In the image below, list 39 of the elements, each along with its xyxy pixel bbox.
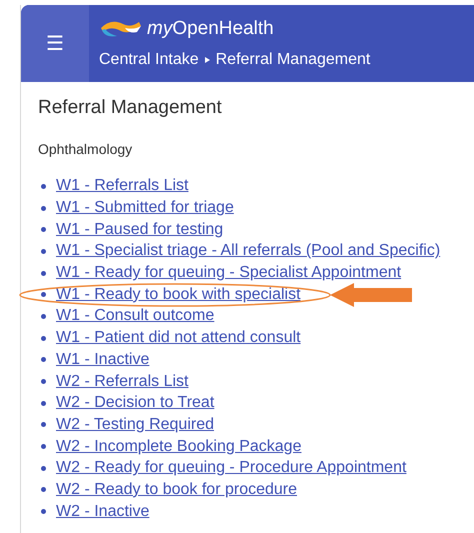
bullet-icon (41, 509, 46, 514)
separator-icon (204, 56, 210, 62)
referral-link[interactable]: W1 - Patient did not attend consult (56, 326, 301, 350)
bullet-icon (41, 357, 46, 362)
referral-link[interactable]: W2 - Ready for queuing - Procedure Appointment (56, 456, 406, 480)
bullet-icon (41, 227, 46, 232)
bullet-icon (41, 270, 46, 276)
referral-link[interactable]: W2 - Inactive (56, 500, 150, 524)
bullet-icon (41, 444, 46, 450)
bullet-icon (41, 466, 46, 471)
referral-link[interactable]: W2 - Referrals List (56, 370, 188, 394)
referral-link[interactable]: W2 - Ready to book for procedure (56, 478, 298, 502)
referral-link[interactable]: W1 - Ready for queuing - Specialist Appointment (56, 261, 402, 286)
referral-link[interactable]: W1 - Paused for testing (56, 218, 224, 242)
bullet-icon (41, 292, 46, 298)
referral-link[interactable]: W1 - Specialist triage - All referrals (Pool and Specific) (56, 239, 440, 264)
referral-link[interactable]: W1 - Consult outcome (56, 304, 214, 328)
bullet-icon (41, 379, 46, 384)
referral-link[interactable]: W2 - Testing Required (56, 412, 214, 437)
bullet-icon (41, 422, 46, 428)
bullet-icon (41, 400, 46, 406)
referral-link[interactable]: W2 - Decision to Treat (56, 391, 214, 416)
menu-button[interactable]: ☰ (21, 5, 89, 82)
bullet-icon (41, 248, 46, 254)
bullet-icon (41, 336, 46, 341)
bullet-icon (41, 487, 46, 492)
arrow-icon (330, 282, 412, 307)
referral-link[interactable]: W1 - Referrals List (56, 174, 188, 198)
referral-link[interactable]: W1 - Submitted for triage (56, 196, 234, 220)
page-title: Referral Management (38, 96, 223, 120)
bullet-icon (41, 206, 46, 211)
breadcrumb-item: Central Intake (99, 50, 199, 70)
bullet-icon (41, 314, 46, 319)
referral-link[interactable]: W2 - Incomplete Booking Package (56, 434, 302, 459)
breadcrumb-item: Referral Management (216, 50, 370, 70)
section-label: Ophthalmology (38, 140, 134, 159)
brand-name: myOpenHealth (147, 17, 274, 41)
bullet-icon (41, 184, 46, 189)
referral-link[interactable]: W1 - Inactive (56, 348, 150, 372)
